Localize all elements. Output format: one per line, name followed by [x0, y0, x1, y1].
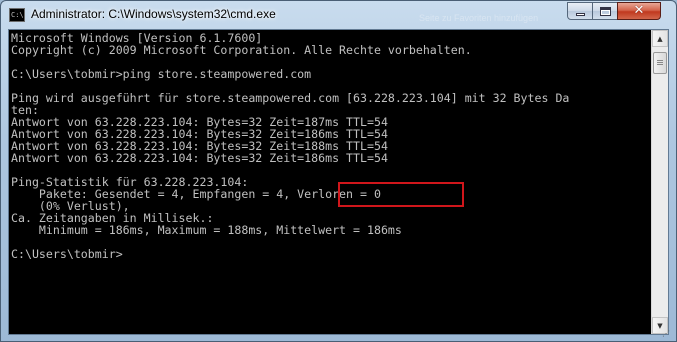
window-title: Administrator: C:\Windows\system32\cmd.e… [31, 7, 276, 21]
console-line: Antwort von 63.228.223.104: Bytes=32 Zei… [11, 151, 388, 165]
console-text: Microsoft Windows [Version 6.1.7600] Copy… [11, 32, 569, 260]
minimize-icon [575, 13, 585, 16]
scroll-up-icon: ▲ [657, 34, 663, 43]
console-line: C:\Users\tobmir>ping store.steampowered.… [11, 67, 312, 81]
console-client-area: Microsoft Windows [Version 6.1.7600] Copy… [8, 29, 669, 335]
console-output[interactable]: Microsoft Windows [Version 6.1.7600] Copy… [9, 30, 651, 334]
console-line: Copyright (c) 2009 Microsoft Corporation… [11, 43, 472, 57]
resize-grip-icon[interactable]: ⋰ [662, 330, 674, 340]
title-bar[interactable]: C:\ Administrator: C:\Windows\system32\c… [1, 1, 676, 29]
cmd-icon-label: C:\ [11, 11, 24, 19]
console-line: C:\Users\tobmir> [11, 247, 123, 261]
cmd-app-icon[interactable]: C:\ [9, 8, 25, 22]
vertical-scrollbar[interactable]: ▲ ▼ [651, 30, 668, 334]
cmd-window: C:\ Administrator: C:\Windows\system32\c… [0, 0, 677, 342]
scroll-thumb[interactable] [653, 52, 667, 74]
scroll-up-button[interactable]: ▲ [652, 30, 668, 47]
background-window-text: Seite zu Favoriten hinzufügen [419, 13, 539, 23]
maximize-icon [599, 6, 611, 16]
lost-packets-highlight [338, 182, 464, 207]
minimize-button[interactable] [567, 2, 593, 20]
console-line: Minimum = 186ms, Maximum = 188ms, Mittel… [11, 223, 402, 237]
maximize-button[interactable] [592, 2, 618, 20]
close-icon: ✕ [633, 3, 645, 18]
console-line: Ping wird ausgeführt für store.steampowe… [11, 91, 570, 105]
close-button[interactable]: ✕ [617, 2, 661, 20]
